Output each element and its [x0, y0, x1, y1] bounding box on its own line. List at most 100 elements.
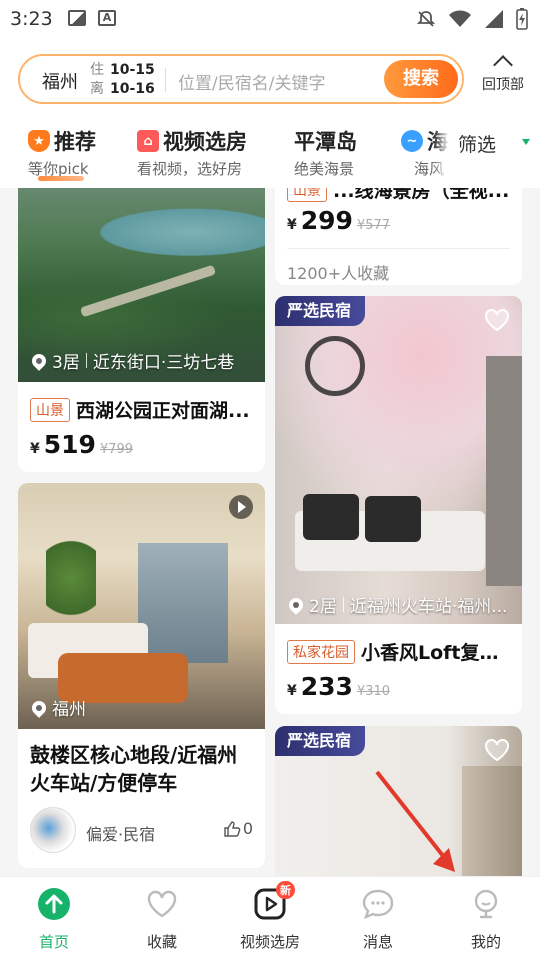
wifi-icon	[449, 10, 471, 27]
battery-charging-icon	[516, 8, 528, 30]
separator	[342, 597, 344, 612]
date-picker[interactable]: 10-15 10-16	[110, 61, 155, 99]
image-icon	[68, 10, 86, 26]
like-count: 0	[242, 819, 253, 838]
original-price: ¥799	[99, 442, 134, 457]
tab-video-title: 视频选房	[163, 130, 247, 154]
category-tabs: ★ 推荐 等你pick ⌂ 视频选房 看视频，选好房 平潭岛 绝美海景 ~ 海 …	[0, 120, 540, 188]
bell-off-icon	[416, 11, 436, 27]
tab-recommend[interactable]: ★ 推荐 等你pick	[28, 126, 96, 179]
room-count: 2居	[309, 597, 337, 617]
listing-photo	[18, 483, 265, 729]
tab-pingtan-title: 平潭岛	[294, 130, 357, 154]
location-tag: 2居 近福州火车站·福州...	[286, 592, 508, 617]
nav-favorites[interactable]: 收藏	[122, 887, 202, 952]
listing-price: 233	[300, 672, 353, 701]
nav-home[interactable]: 首页	[14, 887, 94, 952]
text-a-icon: A	[98, 10, 116, 26]
tab-pingtan[interactable]: 平潭岛 绝美海景	[294, 126, 357, 179]
checkin-date: 10-15	[110, 62, 155, 78]
area-name: 近东街口·三坊七巷	[92, 353, 235, 373]
tab-video-subtitle: 看视频，选好房	[137, 160, 243, 178]
nav-video-label: 视频选房	[239, 933, 300, 951]
photo-bridge	[79, 264, 217, 318]
checkout-label: 离	[90, 81, 104, 97]
area-name: 福州	[52, 700, 86, 720]
chevron-up-icon	[493, 55, 513, 75]
tab-sea-subtitle: 海风	[414, 160, 445, 178]
curated-badge: 严选民宿	[275, 726, 366, 756]
city-selector[interactable]: 福州	[42, 68, 78, 94]
location-pin-icon	[29, 350, 49, 371]
checkin-label: 住	[90, 62, 104, 78]
favorites-count: 1200+人收藏	[287, 264, 390, 283]
favorite-heart-icon[interactable]	[484, 308, 510, 332]
play-video-icon[interactable]	[229, 495, 253, 519]
filter-button[interactable]: 筛选	[448, 120, 540, 188]
tab-sea[interactable]: ~ 海 海风	[401, 126, 448, 179]
currency-symbol: ¥	[287, 217, 297, 233]
listing-tag: 私家花园	[287, 639, 355, 664]
listing-card[interactable]: 3居 近东街口·三坊七巷 山景 西湖公园正对面湖... ¥ 519 ¥799	[18, 188, 265, 472]
listing-card[interactable]: 福州 鼓楼区核心地段/近福州火车站/方便停车 偏爱·民宿 0	[18, 483, 265, 868]
status-bar: 3:23 A	[0, 0, 540, 40]
checkout-date: 10-16	[110, 81, 155, 97]
host-avatar[interactable]	[30, 807, 76, 853]
thumbs-up-icon	[224, 820, 241, 837]
location-tag: 3居 近东街口·三坊七巷	[29, 348, 235, 373]
listing-card[interactable]: 山景 ...线海景房（全视... ¥ 299 ¥577 1200+人收藏	[275, 188, 522, 285]
like-button[interactable]: 0	[223, 819, 253, 838]
photo-logo-decor	[305, 336, 365, 396]
original-price: ¥310	[356, 684, 391, 699]
area-name: 近福州火车站·福州...	[349, 597, 508, 617]
tab-pingtan-subtitle: 绝美海景	[294, 160, 355, 178]
divider	[287, 248, 510, 249]
listing-feed: 3居 近东街口·三坊七巷 山景 西湖公园正对面湖... ¥ 519 ¥799 山…	[0, 188, 540, 876]
listing-title: 鼓楼区核心地段/近福州火车站/方便停车	[30, 743, 238, 795]
search-button[interactable]: 搜索	[384, 60, 458, 98]
caret-down-icon	[522, 139, 530, 145]
arrow-up-circle-icon	[38, 888, 70, 920]
search-input[interactable]: 位置/民宿名/关键字	[178, 69, 325, 94]
listing-price: 299	[300, 206, 353, 235]
nav-video[interactable]: 新 视频选房	[230, 881, 310, 952]
date-labels: 住 离	[90, 61, 104, 99]
host-name: 偏爱·民宿	[86, 825, 156, 844]
heart-icon	[147, 890, 177, 918]
curated-badge: 严选民宿	[275, 296, 366, 326]
favorite-heart-icon[interactable]	[484, 738, 510, 762]
listing-card[interactable]: 严选民宿 2居 近福州火车站·福州... 私家花园 小香风Loft复式... ¥…	[275, 296, 522, 714]
location-tag: 福州	[29, 695, 86, 720]
divider	[165, 68, 166, 92]
new-badge: 新	[276, 881, 295, 899]
listing-photo	[275, 296, 522, 624]
nav-profile[interactable]: 我的	[446, 887, 526, 952]
listing-card[interactable]: 严选民宿	[275, 726, 522, 876]
listing-title: 小香风Loft复式...	[361, 642, 514, 664]
currency-symbol: ¥	[287, 683, 297, 699]
nav-profile-label: 我的	[470, 933, 501, 951]
active-tab-indicator	[38, 176, 84, 181]
back-to-top-button[interactable]: 回顶部	[478, 54, 528, 94]
separator	[85, 353, 87, 368]
nav-favorites-label: 收藏	[146, 933, 177, 951]
nav-messages[interactable]: 消息	[338, 887, 418, 952]
filter-label: 筛选	[458, 134, 497, 156]
search-header: 福州 住 离 10-15 10-16 位置/民宿名/关键字 搜索 回顶部	[0, 40, 540, 120]
listing-title: 西湖公园正对面湖...	[76, 400, 250, 422]
listing-tag: 山景	[287, 188, 327, 202]
tab-video[interactable]: ⌂ 视频选房 看视频，选好房	[137, 126, 247, 179]
photo-curtain	[462, 766, 522, 876]
wave-badge-icon: ~	[401, 130, 423, 152]
status-time: 3:23	[10, 8, 53, 30]
listing-title: ...线海景房（全视...	[333, 188, 510, 202]
photo-curtain	[486, 356, 522, 586]
chat-bubble-icon	[362, 889, 394, 920]
location-pin-icon	[29, 697, 49, 718]
arrow-annotation	[375, 770, 455, 872]
tab-sea-title: 海	[427, 130, 448, 154]
house-badge-icon: ⌂	[137, 130, 159, 152]
search-box[interactable]: 福州 住 离 10-15 10-16 位置/民宿名/关键字 搜索	[18, 54, 464, 104]
nav-messages-label: 消息	[362, 933, 393, 951]
tab-recommend-title: 推荐	[54, 130, 96, 154]
